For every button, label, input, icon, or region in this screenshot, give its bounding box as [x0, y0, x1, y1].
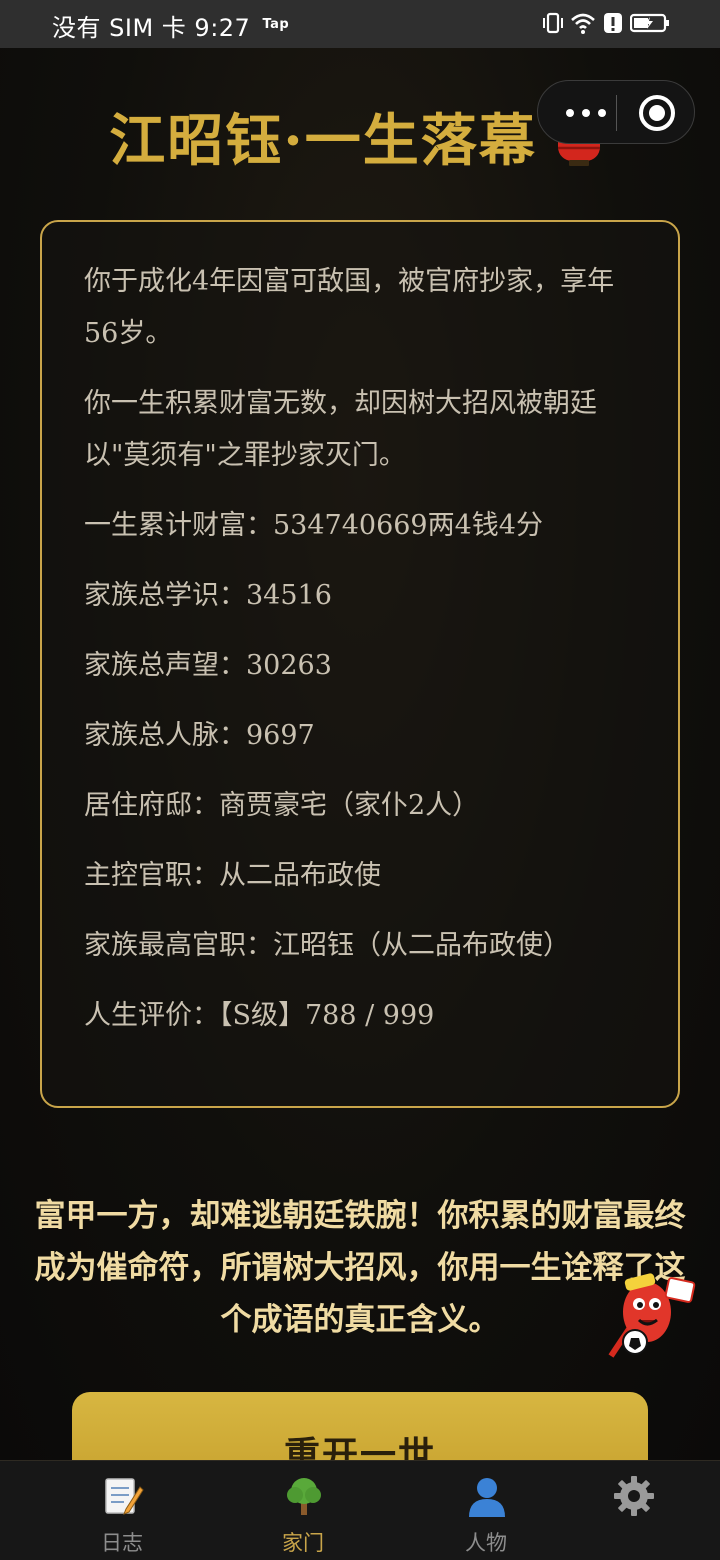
verdict-text: 富甲一方，却难逃朝廷铁腕！你积累的财富最终成为催命符，所谓树大招风，你用一生诠释…	[34, 1198, 686, 1338]
tree-icon	[287, 1478, 321, 1515]
summary-line: 一生累计财富：534740669两4钱4分	[84, 510, 543, 541]
restart-button[interactable]: 重开一世	[72, 1392, 648, 1460]
title-text: 江昭钰·一生落幕	[109, 108, 537, 174]
more-dots-icon[interactable]	[566, 109, 606, 117]
summary-line: 家族最高官职：江昭钰（从二品布政使）	[84, 930, 570, 961]
summary-line: 你一生积累财富无数，却因树大招风被朝廷以"莫须有"之罪抄家灭门。	[84, 388, 597, 471]
restart-label: 重开一世	[283, 1434, 436, 1460]
summary-line: 人生评价：【S级】788 / 999	[84, 1000, 435, 1031]
memo-icon	[105, 1478, 144, 1515]
status-bar: 没有 SIM 卡 9:27 Tap	[0, 0, 720, 48]
tab-log[interactable]: 日志	[47, 1461, 197, 1560]
tab-label: 人物	[465, 1531, 507, 1555]
alert-icon	[604, 13, 622, 33]
summary-line: 家族总人脉：9697	[84, 720, 315, 751]
tap-badge: Tap	[262, 17, 290, 32]
mascot-sticker-icon[interactable]	[605, 1260, 701, 1360]
tab-label: 家门	[282, 1531, 324, 1555]
tab-family[interactable]: 家门	[228, 1461, 378, 1560]
carrier-text: 没有 SIM 卡	[52, 14, 187, 42]
target-close-icon[interactable]	[639, 95, 675, 131]
status-right	[542, 10, 670, 36]
summary-line: 主控官职：从二品布政使	[84, 860, 381, 891]
tab-settings[interactable]	[558, 1461, 708, 1560]
battery-charging-icon	[630, 13, 669, 33]
capsule-divider	[616, 95, 617, 131]
summary-line: 家族总声望：30263	[84, 650, 332, 681]
wifi-icon	[571, 13, 595, 34]
life-summary-card: 你于成化4年因富可敌国，被官府抄家，享年56岁。 你一生积累财富无数，却因树大招…	[40, 220, 680, 1108]
summary-line: 你于成化4年因富可敌国，被官府抄家，享年56岁。	[84, 266, 615, 349]
bottom-tabbar: 日志 家门 人物	[0, 1460, 720, 1560]
clock-text: 9:27	[194, 14, 251, 42]
status-left: 没有 SIM 卡 9:27 Tap	[52, 8, 289, 43]
gear-icon	[614, 1476, 654, 1516]
person-icon	[469, 1478, 505, 1517]
summary-line: 家族总学识：34516	[84, 580, 332, 611]
tab-people[interactable]: 人物	[411, 1461, 561, 1560]
ending-screen: 江昭钰·一生落幕 你于成化4年因富可敌国，被官府抄家，享年56岁。 你一生积累财…	[0, 48, 720, 1460]
tab-label: 日志	[101, 1531, 143, 1555]
summary-line: 居住府邸：商贾豪宅（家仆2人）	[84, 790, 480, 821]
vibrate-icon	[543, 12, 563, 34]
miniprogram-capsule	[537, 80, 695, 144]
